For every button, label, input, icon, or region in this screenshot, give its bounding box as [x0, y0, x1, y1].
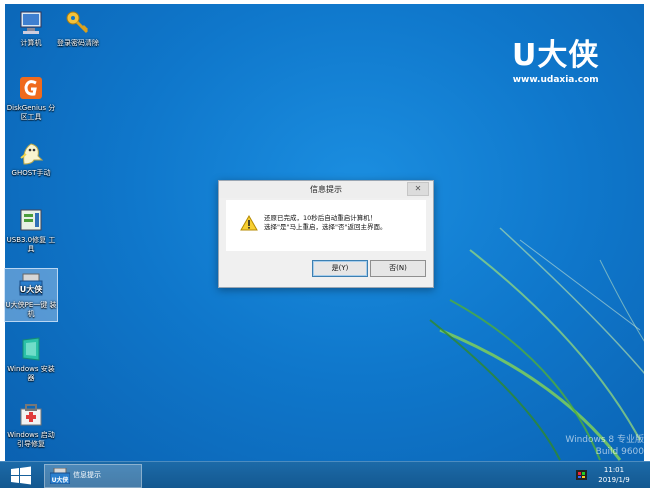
desktop-icon-ghost[interactable]: GHOST手动	[5, 140, 57, 178]
usb-repair-icon	[18, 207, 44, 233]
desktop-icon-label: U大侠PE一键 装机	[5, 301, 57, 318]
info-dialog: 信息提示 ✕ 还原已完成，10秒后自动重启计算机！ 选择"是"马上重启，选择"否…	[218, 180, 434, 288]
desktop-icon-boot-repair[interactable]: Windows 启动引导修复	[5, 402, 57, 449]
desktop-background: 计算机 登录密码清除 DiskGenius 分区工具 GHOST手动 USB3.…	[0, 0, 650, 488]
os-watermark: Windows 8 专业版 Build 9600	[565, 434, 644, 458]
desktop-icon-diskgenius[interactable]: DiskGenius 分区工具	[5, 75, 57, 122]
desktop-icon-label: Windows 安装器	[7, 365, 55, 382]
watermark-edition: Windows 8 专业版	[565, 435, 644, 445]
taskbar-item-info-dialog[interactable]: U大侠 信息提示	[44, 464, 142, 488]
desktop-icon-label: GHOST手动	[11, 169, 51, 177]
yes-button[interactable]: 是(Y)	[312, 260, 368, 277]
watermark-build: Build 9600	[595, 447, 644, 457]
network-tray-icon[interactable]	[576, 470, 587, 480]
close-button[interactable]: ✕	[407, 182, 429, 196]
windows-start-icon[interactable]	[10, 466, 32, 485]
brand-url: www.udaxia.com	[512, 75, 599, 85]
taskbar-clock[interactable]: 11:01 2019/1/9	[592, 465, 636, 485]
desktop-icon-usb-repair[interactable]: USB3.0修复 工具	[5, 207, 57, 254]
clock-date: 2019/1/9	[598, 476, 630, 484]
windows-installer-icon	[18, 336, 44, 362]
udaxia-installer-icon: U大侠	[18, 272, 44, 298]
desktop-icon-udaxia-installer[interactable]: U大侠 U大侠PE一键 装机	[4, 268, 58, 322]
udaxia-task-icon: U大侠	[50, 468, 70, 484]
desktop-icon-computer[interactable]: 计算机	[5, 10, 57, 48]
boot-repair-icon	[18, 402, 44, 428]
brand-name: U大侠	[512, 38, 600, 73]
desktop-icon-password-clear[interactable]: 登录密码清除	[52, 10, 104, 48]
taskbar-item-label: 信息提示	[73, 471, 101, 479]
desktop-icon-label: DiskGenius 分区工具	[6, 104, 56, 121]
warning-icon	[240, 215, 258, 231]
key-icon	[65, 10, 91, 36]
desktop-icon-label: 登录密码清除	[57, 39, 99, 47]
taskbar: U大侠 信息提示 11:01 2019/1/9	[0, 461, 650, 488]
frame-top	[0, 0, 650, 4]
diskgenius-icon	[18, 75, 44, 101]
frame-right	[644, 0, 650, 488]
dialog-message-line1: 还原已完成，10秒后自动重启计算机！	[264, 214, 377, 222]
desktop-icon-label: USB3.0修复 工具	[6, 236, 56, 253]
brand-logo: U大侠 www.udaxia.com	[512, 30, 599, 85]
svg-text:U大侠: U大侠	[52, 476, 70, 484]
computer-icon	[18, 10, 44, 36]
dialog-message: 还原已完成，10秒后自动重启计算机！ 选择"是"马上重启，选择"否"返回主界面。	[264, 214, 386, 232]
no-button[interactable]: 否(N)	[370, 260, 426, 277]
svg-text:U大侠: U大侠	[20, 284, 43, 294]
desktop-icon-label: 计算机	[20, 39, 42, 47]
desktop-icon-label: Windows 启动引导修复	[7, 431, 55, 448]
dialog-title: 信息提示	[310, 185, 342, 194]
ghost-icon	[18, 140, 44, 166]
desktop-icon-windows-installer[interactable]: Windows 安装器	[5, 336, 57, 383]
dialog-body: 还原已完成，10秒后自动重启计算机！ 选择"是"马上重启，选择"否"返回主界面。	[226, 200, 426, 251]
clock-time: 11:01	[603, 466, 625, 474]
dialog-message-line2: 选择"是"马上重启，选择"否"返回主界面。	[264, 223, 387, 231]
